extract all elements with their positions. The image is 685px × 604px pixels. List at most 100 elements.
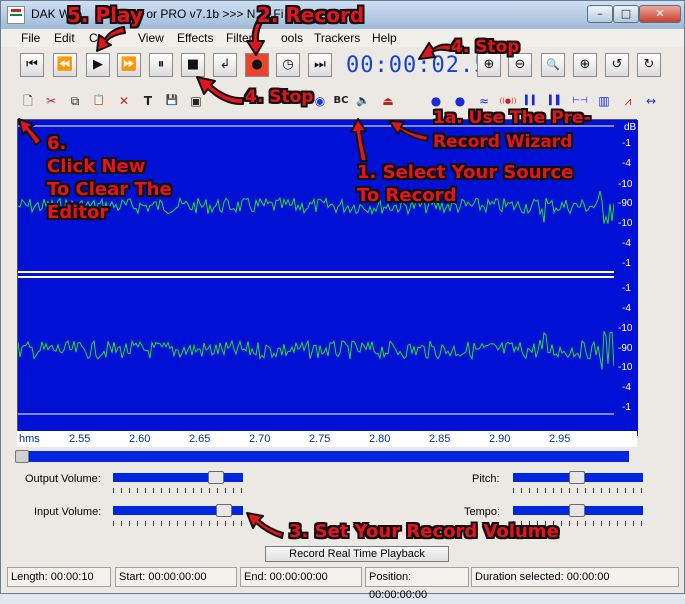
scrollbar-thumb[interactable] (15, 450, 29, 463)
output-volume-slider[interactable] (113, 471, 243, 484)
db-tick: -10 (618, 179, 633, 190)
waveform-channel-right (18, 330, 614, 370)
skip-to-end-icon: ⏭ (314, 57, 326, 72)
tempo-slider[interactable] (513, 504, 643, 517)
app-icon[interactable] (7, 6, 25, 24)
tempo-knob[interactable] (569, 504, 585, 517)
menu-edit[interactable]: Edit (54, 31, 75, 45)
record-icon: ● (251, 57, 263, 72)
stretch-button[interactable]: ↔ (641, 91, 661, 111)
stop-button[interactable]: ■ (181, 53, 205, 77)
pause-button[interactable]: ⏸ (149, 53, 173, 77)
time-tick: 2.60 (129, 433, 151, 445)
spectrum-button[interactable]: ▥ (594, 91, 614, 111)
pitch-ticks (513, 488, 643, 493)
menu-view[interactable]: View (138, 31, 164, 45)
zoom-full-icon: ⊕ (579, 57, 591, 72)
menu-help[interactable]: Help (372, 31, 397, 45)
spectrum-icon: ▥ (598, 94, 610, 108)
annotation-stop-top: 4. Stop (451, 37, 520, 57)
play-icon: ▶ (93, 57, 103, 72)
volume-icon: ◉ (314, 94, 326, 108)
redo-button[interactable]: ↻ (637, 53, 661, 77)
annotation-new-line4: Editor (47, 202, 109, 223)
cut-icon: ✂ (45, 94, 57, 108)
time-tick: 2.95 (549, 433, 571, 445)
copy-button[interactable]: ⧉ (65, 91, 85, 111)
output-volume-knob[interactable] (208, 471, 224, 484)
db-tick: -90 (618, 343, 633, 354)
input-volume-knob[interactable] (216, 504, 232, 517)
bars-icon: ▍▍ (525, 96, 539, 106)
stretch-icon: ↔ (645, 94, 657, 108)
menu-effects[interactable]: Effects (177, 31, 213, 45)
zoom-out-icon: ⊖ (514, 57, 526, 72)
title-part-2: or PRO v7.1b >>> N (146, 7, 256, 21)
pitch-label: Pitch: (472, 473, 500, 485)
menu-tools[interactable]: ools (281, 31, 303, 45)
zoom-button[interactable]: 🔍 (541, 53, 565, 77)
time-tick: 2.90 (489, 433, 511, 445)
record-real-time-playback-button[interactable]: Record Real Time Playback (265, 546, 449, 562)
minimize-button[interactable]: – (587, 5, 613, 23)
play-button[interactable]: ▶ (86, 53, 110, 77)
save-button[interactable]: 💾 (162, 91, 182, 111)
pre-record-wizard-button[interactable]: ⏏ (378, 91, 398, 111)
text-button[interactable]: T (138, 91, 158, 111)
status-end: End: 00:00:00:00 (240, 567, 362, 587)
maximize-button[interactable]: □ (613, 5, 639, 23)
new-file-button[interactable]: 🗋 (18, 91, 38, 111)
copy-icon: ⧉ (70, 94, 80, 108)
db-tick: -10 (618, 362, 633, 373)
timer-button[interactable]: ◷ (276, 53, 300, 77)
db-tick: -4 (622, 382, 631, 393)
bc-button[interactable]: BC (331, 91, 351, 111)
timer-icon: ◷ (282, 57, 294, 72)
rewind-button[interactable]: ⏪ (53, 53, 77, 77)
blue-dot-2-icon: ● (454, 94, 466, 108)
annotation-stop-mid: 4. Stop (245, 87, 314, 107)
cut-button[interactable]: ✂ (41, 91, 61, 111)
save-icon: 💾 (165, 95, 179, 106)
menu-file[interactable]: File (21, 31, 40, 45)
annotation-play: 5. Play (67, 3, 143, 27)
horizontal-scrollbar[interactable] (15, 450, 629, 463)
wave-icon: ≈ (478, 94, 490, 108)
db-scale: dB -1 -4 -10 -90 -10 -4 -1 -1 -4 -10 -90… (614, 120, 638, 436)
time-tick: 2.70 (249, 433, 271, 445)
menu-filters[interactable]: Filters (226, 31, 259, 45)
time-tick: 2.65 (189, 433, 211, 445)
pitch-slider[interactable] (513, 471, 643, 484)
fast-forward-button[interactable]: ⏩ (117, 53, 141, 77)
time-tick: 2.75 (309, 433, 331, 445)
skip-to-start-button[interactable]: ⏮ (20, 53, 44, 77)
save-all-button[interactable]: ▣ (186, 91, 206, 111)
menu-trackers[interactable]: Trackers (314, 31, 360, 45)
input-volume-slider[interactable] (113, 504, 243, 517)
pitch-knob[interactable] (569, 471, 585, 484)
return-button[interactable]: ↲ (213, 53, 237, 77)
db-tick: -90 (618, 198, 633, 209)
zoom-in-icon: ⊕ (483, 57, 495, 72)
record-button[interactable]: ● (245, 53, 269, 77)
db-tick: -4 (622, 303, 631, 314)
waveform-button[interactable]: ⩘ (618, 91, 638, 111)
waveform-icon: ⩘ (624, 94, 632, 108)
skip-to-end-button[interactable]: ⏭ (308, 53, 332, 77)
return-icon: ↲ (219, 57, 231, 72)
delete-button[interactable]: ✕ (114, 91, 134, 111)
skip-to-start-icon: ⏮ (26, 57, 38, 72)
close-button[interactable]: ✕ (639, 5, 681, 23)
redo-icon: ↻ (643, 57, 655, 72)
menu-controls[interactable]: C (89, 31, 98, 45)
db-label: dB (624, 122, 637, 133)
undo-button[interactable]: ↺ (605, 53, 629, 77)
annotation-new-line3: To Clear The (47, 179, 172, 200)
record-source-button[interactable]: 🔈 (353, 91, 373, 111)
paste-button[interactable]: 📋 (89, 91, 109, 111)
output-volume-label: Output Volume: (25, 473, 101, 485)
text-icon: T (143, 94, 153, 108)
title-part-1: DAK W (31, 7, 71, 21)
zoom-full-button[interactable]: ⊕ (573, 53, 597, 77)
db-tick: -1 (622, 258, 631, 269)
